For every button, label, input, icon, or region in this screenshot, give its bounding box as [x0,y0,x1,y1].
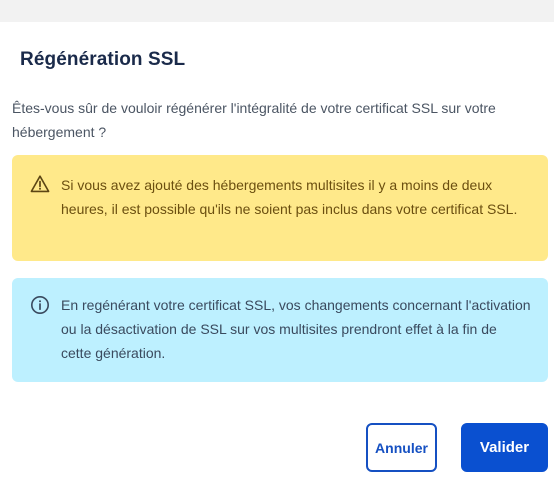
ssl-regeneration-dialog: Régénération SSL Êtes-vous sûr de vouloi… [0,22,554,497]
confirm-button[interactable]: Valider [461,423,548,472]
info-alert-text: En regénérant votre certificat SSL, vos … [61,297,531,361]
backdrop-strip [0,0,554,22]
cancel-button[interactable]: Annuler [366,423,437,472]
warning-alert: Si vous avez ajouté des hébergements mul… [12,155,548,261]
warning-alert-text: Si vous avez ajouté des hébergements mul… [61,177,518,217]
warning-triangle-icon [30,174,50,194]
dialog-title: Régénération SSL [20,49,186,70]
confirmation-question: Êtes-vous sûr de vouloir régénérer l'int… [12,100,496,140]
info-circle-icon [30,295,50,315]
info-alert: En regénérant votre certificat SSL, vos … [12,278,548,382]
